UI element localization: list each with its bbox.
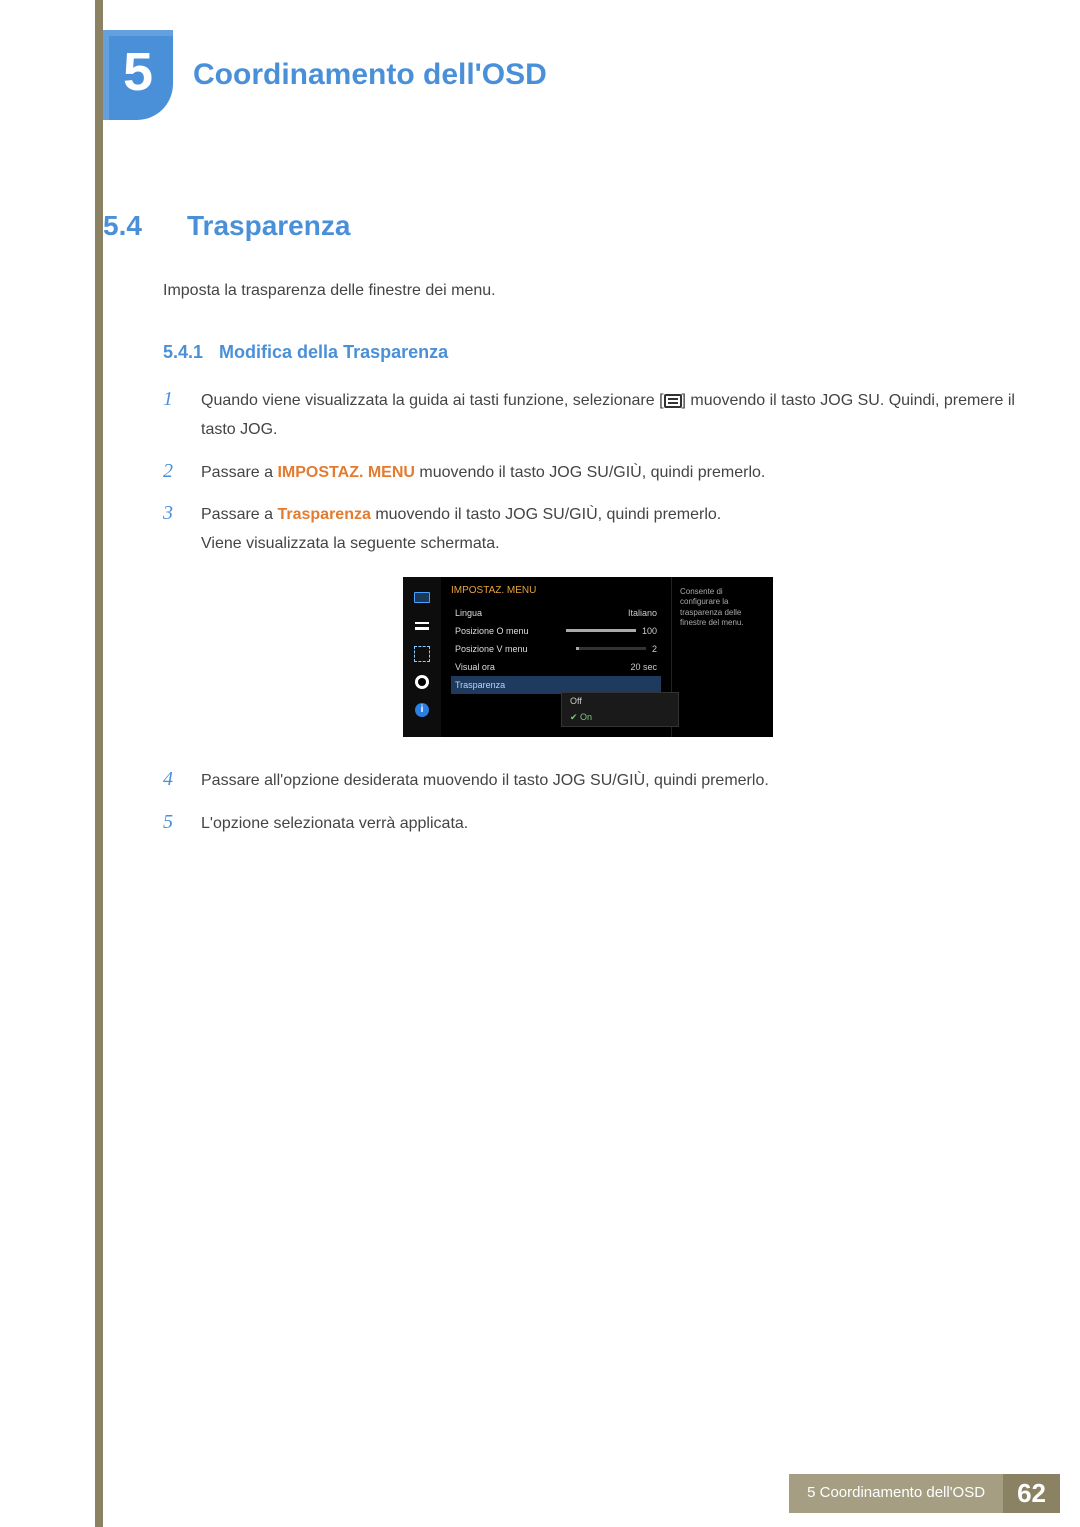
- osd-row-pos-v: Posizione V menu 2: [451, 640, 661, 658]
- arrows-icon: [413, 647, 431, 661]
- osd-sidebar: i: [403, 577, 441, 737]
- osd-screenshot: i IMPOSTAZ. MENU Lingua Italiano Posizio…: [403, 577, 773, 737]
- left-margin-stripe: [95, 0, 103, 1527]
- section-title: Trasparenza: [187, 210, 350, 242]
- step-2: 2 Passare a IMPOSTAZ. MENU muovendo il t…: [163, 459, 1030, 488]
- osd-option-off: Off: [562, 693, 678, 709]
- footer-page-number: 62: [1003, 1474, 1060, 1513]
- chapter-header: 5 Coordinamento dell'OSD: [103, 30, 1030, 120]
- subsection-heading: 5.4.1 Modifica della Trasparenza: [163, 342, 1030, 363]
- osd-help-text: Consente di configurare la trasparenza d…: [671, 577, 771, 737]
- step-text: Passare all'opzione desiderata muovendo …: [201, 767, 769, 796]
- subsection-number: 5.4.1: [163, 342, 203, 363]
- step-number: 4: [163, 767, 183, 796]
- step-3: 3 Passare a Trasparenza muovendo il tast…: [163, 501, 1030, 559]
- step-text: L'opzione selezionata verrà applicata.: [201, 810, 468, 839]
- osd-category-label: IMPOSTAZ. MENU: [451, 585, 661, 596]
- info-icon: i: [413, 703, 431, 717]
- footer-chapter-label: 5 Coordinamento dell'OSD: [789, 1474, 1003, 1513]
- osd-row-pos-o: Posizione O menu 100: [451, 622, 661, 640]
- section-heading: 5.4 Trasparenza: [103, 210, 1030, 242]
- osd-row-visual-ora: Visual ora 20 sec: [451, 658, 661, 676]
- subsection-title: Modifica della Trasparenza: [219, 342, 448, 363]
- step-text: Passare a IMPOSTAZ. MENU muovendo il tas…: [201, 459, 765, 488]
- step-4: 4 Passare all'opzione desiderata muovend…: [163, 767, 1030, 796]
- step-text: Quando viene visualizzata la guida ai ta…: [201, 387, 1030, 445]
- menu-icon: [664, 394, 682, 408]
- osd-dropdown: Off On: [561, 692, 679, 727]
- step-text: Passare a Trasparenza muovendo il tasto …: [201, 501, 721, 559]
- section-number: 5.4: [103, 210, 159, 242]
- osd-menu-list: IMPOSTAZ. MENU Lingua Italiano Posizione…: [441, 577, 671, 737]
- page-footer: 5 Coordinamento dell'OSD 62: [103, 1474, 1060, 1513]
- osd-option-on: On: [562, 709, 678, 726]
- list-icon: [413, 619, 431, 633]
- step-number: 2: [163, 459, 183, 488]
- chapter-title: Coordinamento dell'OSD: [193, 58, 547, 92]
- osd-row-lingua: Lingua Italiano: [451, 604, 661, 622]
- section-intro-text: Imposta la trasparenza delle finestre de…: [163, 282, 1030, 300]
- gear-icon: [413, 675, 431, 689]
- chapter-number-badge: 5: [103, 30, 173, 120]
- step-number: 5: [163, 810, 183, 839]
- monitor-icon: [413, 591, 431, 605]
- step-number: 1: [163, 387, 183, 445]
- step-1: 1 Quando viene visualizzata la guida ai …: [163, 387, 1030, 445]
- step-5: 5 L'opzione selezionata verrà applicata.: [163, 810, 1030, 839]
- step-number: 3: [163, 501, 183, 559]
